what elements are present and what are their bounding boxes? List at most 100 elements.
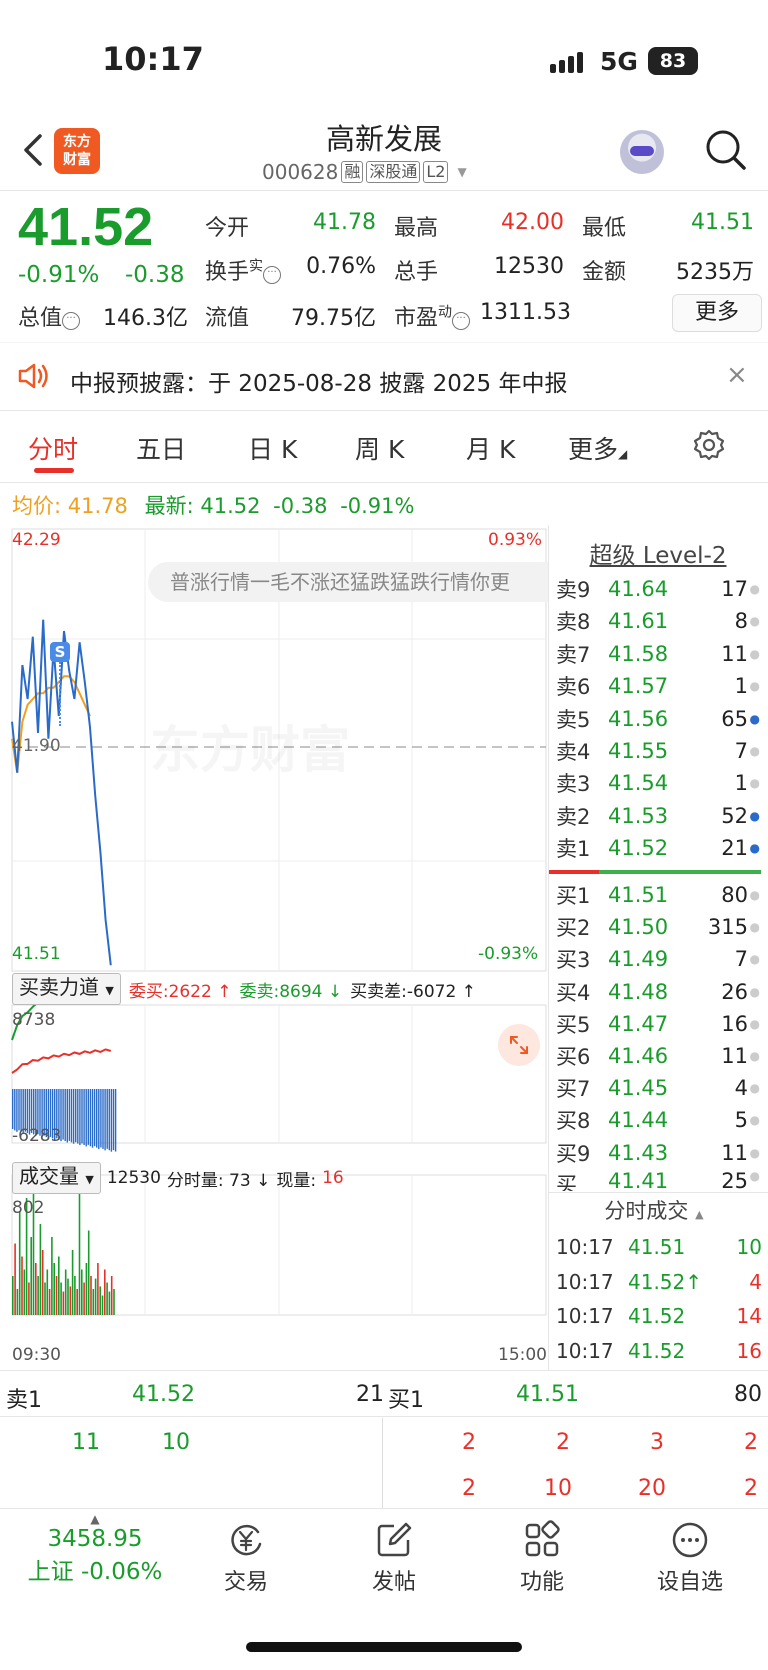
volume-bar [94,1278,97,1315]
bid-ask-diff-bar [114,1089,117,1152]
nav-trade[interactable]: 交易 [196,1520,296,1596]
settings-gear-icon[interactable] [692,428,726,462]
dropdown-caret-icon: ▼ [85,1173,94,1186]
market-cap-label[interactable]: 总值 ··· [18,300,81,332]
tick-trades-title[interactable]: 分时成交 ▲ [548,1195,760,1225]
trade-signal-marker[interactable]: S [50,642,70,662]
bid-price: 41.46 [608,1044,669,1068]
bid-level-label: 买8 [556,1109,591,1134]
volume-bar [67,1278,69,1315]
bid-ask-diff-bar [106,1089,108,1149]
ask-row[interactable]: 卖4 41.55 7 ● [556,735,768,767]
order-dot-icon: ● [749,1145,760,1160]
search-icon[interactable] [704,128,748,172]
open-label: 今开 [205,216,250,241]
bid-row[interactable]: 买10 41.41 25● [556,1169,768,1191]
bid-price: 41.48 [608,979,669,1004]
info-icon[interactable]: ··· [263,266,282,284]
order-dot-icon: ● [749,888,760,902]
index-widget[interactable]: ▲ 3458.95 上证 -0.06% [20,1512,170,1586]
ask-level-label: 卖6 [556,675,591,700]
bid-ask-diff-bar [108,1089,110,1151]
intraday-chart[interactable] [0,525,548,1365]
ask-row[interactable]: 卖2 41.53 52 ● [556,800,768,832]
tab-intraday[interactable]: 分时 [28,430,78,466]
order-dot-icon: ● [749,679,760,694]
bid-ask-diff-bar [110,1089,113,1152]
more-button[interactable]: 更多 [672,294,762,332]
ask-row[interactable]: 卖7 41.58 11 ● [556,638,768,670]
tab-monthly-k[interactable]: 月 K [466,430,515,466]
bid-level-label: 买1 [556,884,591,908]
fenshi-volume-text: 分时量: 73 [166,1170,251,1191]
assistant-avatar-icon[interactable] [620,130,664,174]
bid-ask-diff-bar [87,1089,89,1145]
tag-l2: L2 [423,161,449,183]
ask-row[interactable]: 卖6 41.57 1 ● [556,670,768,702]
bid-row[interactable]: 买2 41.50 315 ● [556,911,768,943]
low-value: 41.51 [691,210,754,235]
ask-row[interactable]: 卖5 41.56 65 ● [556,703,768,735]
bid-ask-diff-bar [98,1089,100,1150]
volume-bar [12,1276,14,1315]
info-icon[interactable]: ··· [452,312,471,330]
info-icon[interactable]: ··· [62,312,81,330]
tab-daily-k[interactable]: 日 K [248,430,297,466]
volume-bar [21,1256,23,1315]
order-dot-icon: ● [749,614,760,629]
nav-post[interactable]: 发帖 [344,1520,444,1596]
bid-level-label: 买5 [556,1012,591,1037]
tab-weekly-k[interactable]: 周 K [355,430,404,466]
bid-row[interactable]: 买1 41.51 80 ● [556,879,768,911]
bid-row[interactable]: 买3 41.49 7 ● [556,943,768,975]
ask-row[interactable]: 卖1 41.52 21 ● [556,832,768,864]
notice-close-button[interactable]: × [726,360,748,390]
ticker-banner[interactable]: 普涨行情一毛不涨还猛跌猛跌行情你更 [148,562,548,602]
notice-text[interactable]: 中报预披露：于 2025-08-28 披露 2025 年中报 [70,364,567,398]
tick-volume: 14 [736,1304,762,1328]
bid-row[interactable]: 买7 41.45 4 ● [556,1072,768,1104]
volume-bar [108,1291,111,1315]
bid-row[interactable]: 买6 41.46 11 ● [556,1040,768,1072]
bid-ask-diff-bar [72,1089,75,1144]
level2-title[interactable]: 超级 Level-2 [548,536,768,570]
amount-value: 5235万 [676,260,754,285]
volume-bar [30,1237,32,1315]
order-dot-icon: ● [749,1081,760,1096]
bid-ask-diff-bar [104,1089,106,1151]
nav-add-watchlist[interactable]: 设自选 [640,1520,740,1596]
force-indicator-dropdown[interactable]: 买卖力道 ▼ [12,973,121,1005]
volume-bar [99,1286,101,1315]
bid-row[interactable]: 买5 41.47 16 ● [556,1008,768,1040]
volume-bar [92,1289,95,1315]
watermark: 东方财富 [150,710,350,782]
tab-five-day[interactable]: 五日 [136,430,186,466]
ask-row[interactable]: 卖3 41.54 1 ● [556,767,768,799]
bid-row[interactable]: 买4 41.48 26 ● [556,976,768,1008]
turnover-label-text: 换手 [205,260,250,285]
current-volume-label: 现量: [276,1170,317,1191]
ask-level-label: 卖9 [556,578,591,602]
ask-row[interactable]: 卖8 41.61 8 ● [556,605,768,637]
volume-bar [97,1263,99,1315]
bid-ask-diff-bar [68,1089,71,1141]
tick-time: 10:17 [556,1304,614,1328]
market-cap-label-text: 总值 [18,306,63,331]
volume-header: 成交量 ▼ 12530 分时量: 73 ↓ 现量: 16 [12,1162,344,1194]
turnover-label[interactable]: 换手实 ··· [205,254,282,286]
stock-code-row[interactable]: 000628 融 深股通 L2 ▼ [262,160,467,184]
nav-functions[interactable]: 功能 [492,1520,592,1596]
turnover-sup: 实 [249,258,264,275]
order-dot-icon: ● [749,711,760,726]
volume-bar [44,1282,46,1315]
bid-row[interactable]: 买9 41.43 11 ● [556,1137,768,1169]
tab-more[interactable]: 更多◢ [568,430,627,466]
tick-volume: 4 [749,1269,762,1294]
pe-label[interactable]: 市盈动 ··· [394,300,471,332]
expand-chart-button[interactable] [498,1024,540,1066]
ask-row[interactable]: 卖9 41.64 17 ● [556,573,768,605]
ask-force-line [11,1048,112,1074]
volume-indicator-dropdown[interactable]: 成交量 ▼ [12,1162,101,1194]
bid-volume: 26 [721,979,748,1004]
bid-row[interactable]: 买8 41.44 5 ● [556,1104,768,1136]
